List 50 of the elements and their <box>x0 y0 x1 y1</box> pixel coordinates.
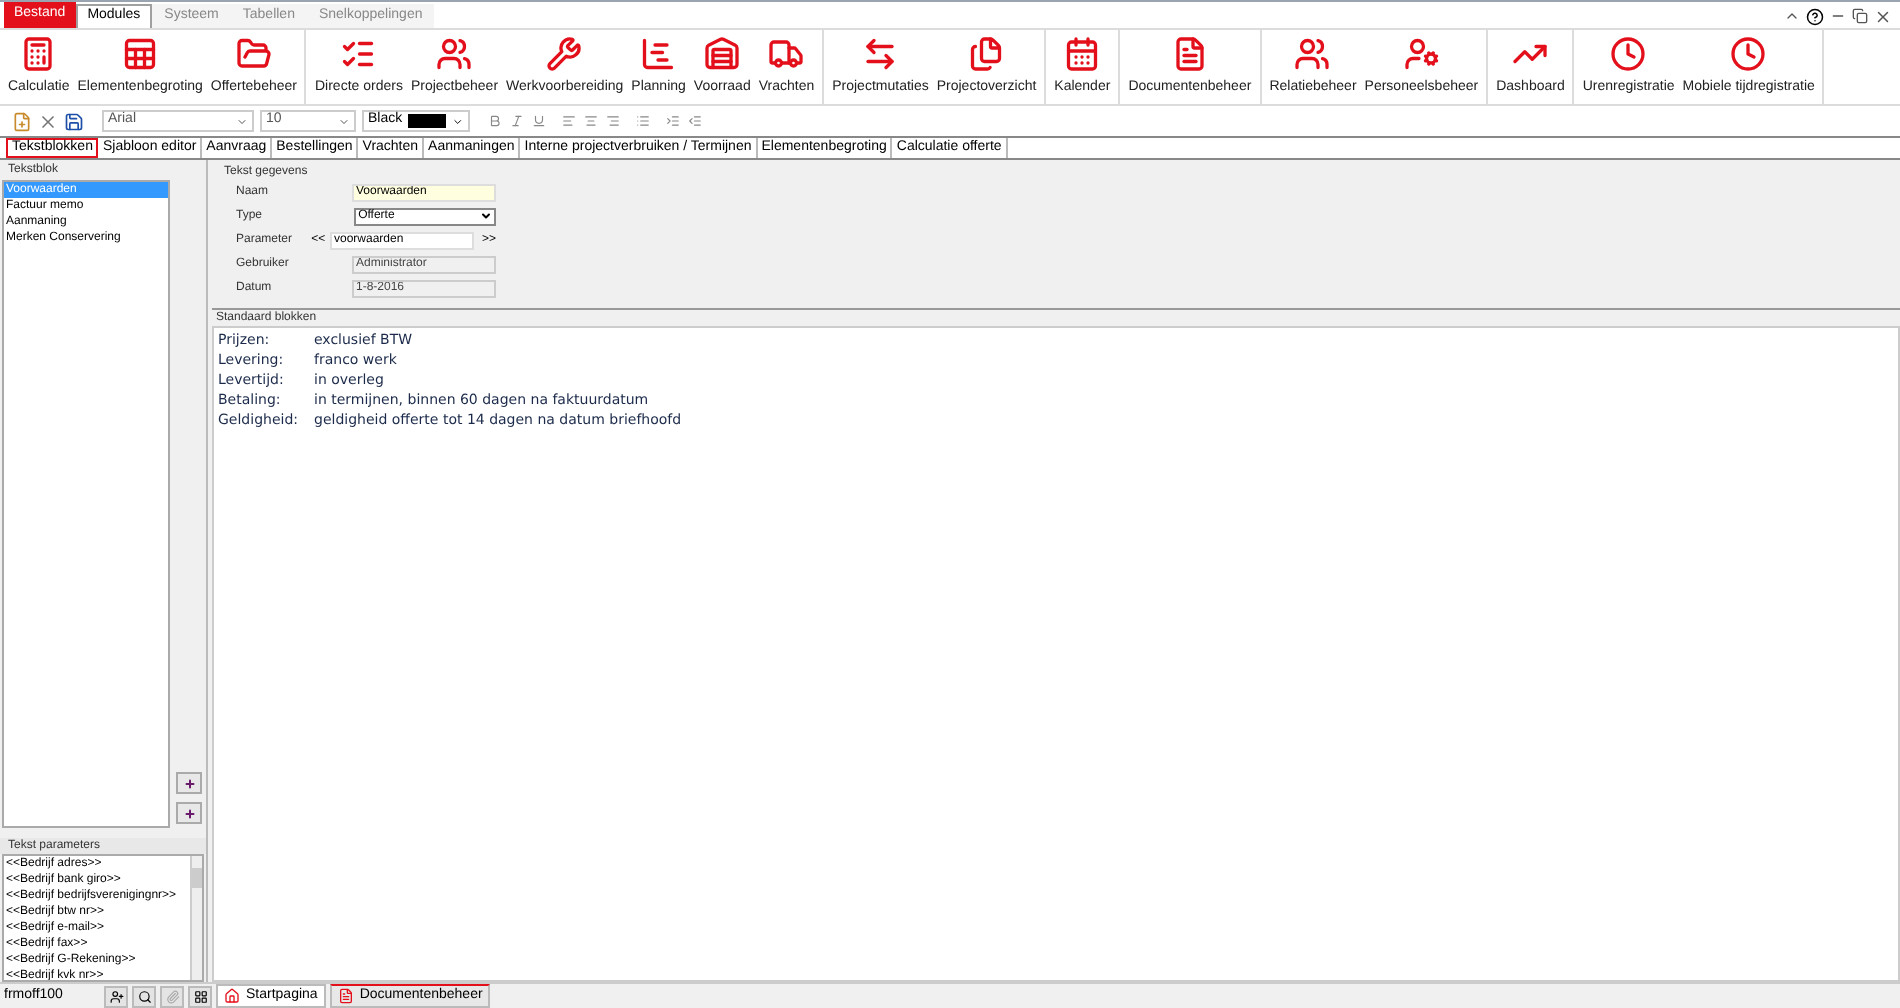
truck-icon <box>768 35 805 72</box>
scrollbar[interactable] <box>190 856 202 980</box>
restore-icon[interactable] <box>1852 8 1868 24</box>
home-icon <box>224 988 240 1004</box>
list-icon[interactable] <box>636 114 650 128</box>
dropdown-caret-icon <box>338 115 350 127</box>
document-icon <box>337 988 354 1004</box>
calculator-icon <box>20 35 57 72</box>
warehouse-icon <box>704 35 741 72</box>
indent-icon[interactable] <box>666 114 680 128</box>
dropdown-caret-icon <box>452 115 464 127</box>
folder-icon <box>235 35 272 72</box>
dropdown-caret-icon <box>480 210 492 222</box>
calendar-icon <box>1064 35 1101 72</box>
add-user-icon <box>109 989 123 1003</box>
clock-icon <box>1610 35 1647 72</box>
user-button[interactable] <box>104 985 128 1007</box>
close-icon[interactable] <box>1874 7 1892 25</box>
move-up-button[interactable] <box>176 772 202 794</box>
people-icon <box>1294 35 1331 72</box>
wrench-icon <box>546 35 583 72</box>
align-left-icon[interactable] <box>562 114 576 128</box>
document-icon <box>1171 35 1208 72</box>
people-icon <box>436 35 473 72</box>
save-icon[interactable] <box>64 111 84 131</box>
user-cog-icon <box>1403 35 1440 72</box>
gantt-chart-icon <box>640 35 677 72</box>
outdent-icon[interactable] <box>688 114 702 128</box>
align-right-icon[interactable] <box>606 114 620 128</box>
help-icon[interactable] <box>1806 7 1824 25</box>
clock-icon <box>1730 35 1767 72</box>
move-down-button[interactable] <box>176 802 202 824</box>
search-button[interactable] <box>132 985 156 1007</box>
bold-icon[interactable] <box>488 114 502 128</box>
files-icon <box>968 35 1005 72</box>
paperclip-icon <box>165 989 179 1003</box>
collapse-ribbon-icon[interactable] <box>1784 8 1800 24</box>
grid-button[interactable] <box>188 985 212 1007</box>
delete-icon[interactable] <box>38 111 58 131</box>
italic-icon[interactable] <box>510 114 524 128</box>
sheets-icon <box>122 35 159 72</box>
arrows-icon <box>862 35 899 72</box>
plus-icon <box>183 807 195 819</box>
dropdown-caret-icon <box>236 115 248 127</box>
grid-icon <box>193 989 207 1003</box>
plus-icon <box>183 777 195 789</box>
align-center-icon[interactable] <box>584 114 598 128</box>
underline-icon[interactable] <box>532 114 546 128</box>
new-file-icon[interactable] <box>12 111 32 131</box>
search-icon <box>137 989 151 1003</box>
